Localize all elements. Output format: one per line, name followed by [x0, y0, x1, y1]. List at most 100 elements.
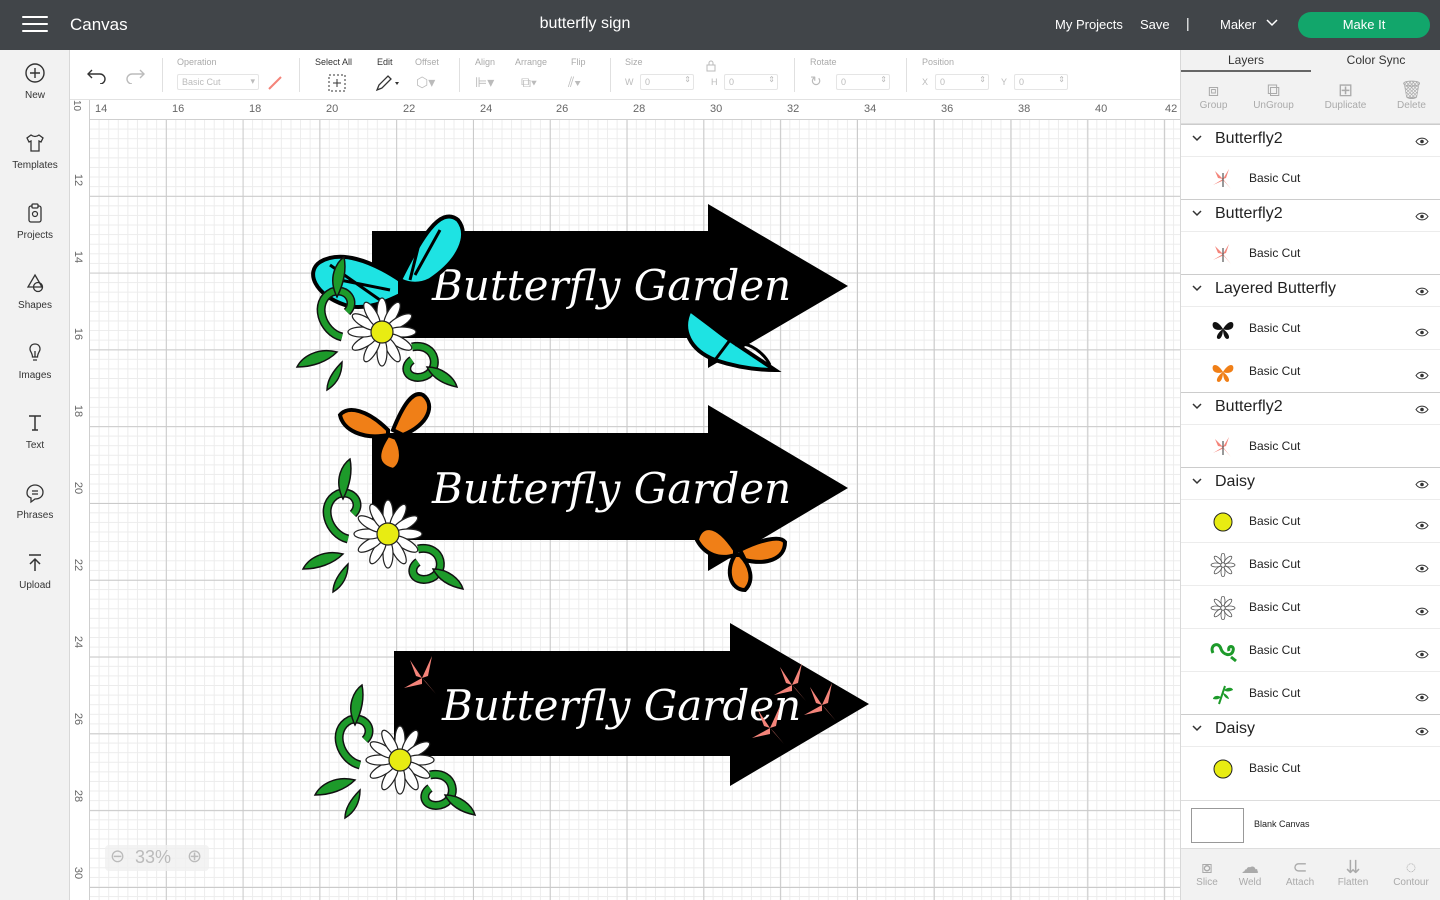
- position-x-input[interactable]: 0 ⇕: [935, 74, 989, 90]
- arrange-icon[interactable]: ⧉▾: [521, 74, 537, 91]
- layer-row[interactable]: Basic Cut: [1181, 499, 1440, 542]
- eye-icon[interactable]: [1415, 208, 1429, 221]
- height-value: 0: [729, 77, 735, 87]
- blank-canvas-swatch[interactable]: [1191, 808, 1244, 843]
- blank-canvas-label: Blank Canvas: [1254, 819, 1310, 829]
- ungroup-icon: ⧉: [1267, 80, 1280, 100]
- group-icon: ⧈: [1207, 80, 1220, 100]
- width-input[interactable]: 0 ⇕: [640, 74, 694, 90]
- contour-button[interactable]: ◌ Contour: [1385, 857, 1437, 888]
- eye-icon[interactable]: [1415, 476, 1429, 489]
- eye-icon[interactable]: [1415, 723, 1429, 736]
- group-button[interactable]: ⧈ Group: [1181, 80, 1246, 111]
- eye-icon[interactable]: [1415, 401, 1429, 414]
- eye-icon[interactable]: [1415, 603, 1429, 616]
- rail-new[interactable]: New: [0, 62, 70, 101]
- layer-row[interactable]: Basic Cut: [1181, 746, 1440, 789]
- chevron-down-icon[interactable]: [1191, 400, 1203, 415]
- zoom-in-icon[interactable]: ⊕: [187, 846, 202, 867]
- machine-select[interactable]: Maker: [1220, 17, 1256, 32]
- chevron-down-icon[interactable]: [1191, 722, 1203, 737]
- slice-label: Slice: [1196, 877, 1218, 888]
- layer-row[interactable]: Basic Cut: [1181, 156, 1440, 199]
- chevron-down-icon[interactable]: [1265, 15, 1279, 32]
- select-all-icon[interactable]: [328, 74, 346, 97]
- layer-group[interactable]: Butterfly2: [1181, 199, 1440, 229]
- rotate-label: Rotate: [810, 57, 837, 67]
- design-canvas[interactable]: 14 16 18 20 22 24 26 28 30 32 34 36 38 4…: [70, 100, 1180, 900]
- eye-icon[interactable]: [1415, 560, 1429, 573]
- edit-label: Edit: [377, 57, 393, 67]
- flip-icon[interactable]: ⫽▾: [568, 74, 581, 91]
- eye-icon[interactable]: [1415, 367, 1429, 380]
- zoom-out-icon[interactable]: ⊖: [110, 846, 125, 867]
- ungroup-button[interactable]: ⧉ UnGroup: [1241, 80, 1306, 111]
- rail-images[interactable]: Images: [0, 342, 70, 381]
- layer-group[interactable]: Butterfly2: [1181, 392, 1440, 422]
- chevron-down-icon[interactable]: [1191, 475, 1203, 490]
- layer-row[interactable]: Basic Cut: [1181, 542, 1440, 585]
- text-icon: [29, 415, 41, 431]
- rail-label: Text: [25, 440, 45, 451]
- redo-icon[interactable]: [124, 66, 146, 89]
- sign-3[interactable]: Butterfly Garden: [394, 623, 869, 786]
- eye-icon[interactable]: [1415, 133, 1429, 146]
- attach-button[interactable]: ⊂ Attach: [1274, 857, 1326, 888]
- sign-2-text: Butterfly Garden: [431, 464, 791, 513]
- layer-group[interactable]: Daisy: [1181, 467, 1440, 497]
- chevron-down-icon[interactable]: [1191, 207, 1203, 222]
- weld-button[interactable]: ☁ Weld: [1224, 857, 1276, 888]
- layer-row[interactable]: Basic Cut: [1181, 424, 1440, 467]
- chevron-down-icon[interactable]: [1191, 282, 1203, 297]
- flip-label: Flip: [571, 57, 586, 67]
- layer-group[interactable]: Butterfly2: [1181, 124, 1440, 154]
- chevron-down-icon[interactable]: [1191, 132, 1203, 147]
- eye-icon[interactable]: [1415, 324, 1429, 337]
- rail-text[interactable]: Text: [0, 412, 70, 451]
- pink-butterfly-icon: [1213, 437, 1231, 457]
- rail-shapes[interactable]: Shapes: [0, 272, 70, 311]
- eye-icon[interactable]: [1415, 646, 1429, 659]
- my-projects-link[interactable]: My Projects: [1055, 17, 1123, 32]
- select-all-label: Select All: [315, 57, 353, 67]
- rotate-value: 0: [841, 77, 847, 87]
- daisy-outline-icon: [1210, 596, 1236, 620]
- layer-row[interactable]: Basic Cut: [1181, 585, 1440, 628]
- position-y-input[interactable]: 0 ⇕: [1014, 74, 1068, 90]
- rail-upload[interactable]: Upload: [0, 552, 70, 591]
- pen-color-icon[interactable]: [266, 74, 284, 97]
- eye-icon[interactable]: [1415, 517, 1429, 530]
- layer-row[interactable]: Basic Cut: [1181, 306, 1440, 349]
- layer-group-title: Butterfly2: [1215, 398, 1283, 415]
- rotate-input[interactable]: 0 ⇕: [836, 74, 890, 90]
- layer-row[interactable]: Basic Cut: [1181, 349, 1440, 392]
- offset-icon[interactable]: ⬡▾: [416, 74, 435, 91]
- delete-button[interactable]: 🗑 Delete: [1379, 80, 1440, 111]
- rail-phrases[interactable]: Phrases: [0, 482, 70, 521]
- layer-row[interactable]: Basic Cut: [1181, 671, 1440, 714]
- height-input[interactable]: 0 ⇕: [724, 74, 778, 90]
- flatten-button[interactable]: ⇊ Flatten: [1327, 857, 1379, 888]
- tab-color-sync[interactable]: Color Sync: [1311, 53, 1440, 67]
- layer-row[interactable]: Basic Cut: [1181, 231, 1440, 274]
- eye-icon[interactable]: [1415, 689, 1429, 702]
- blank-canvas-row[interactable]: Blank Canvas: [1181, 800, 1440, 848]
- make-it-button[interactable]: Make It: [1298, 12, 1430, 38]
- operation-label: Operation: [177, 57, 217, 67]
- edit-pen-icon[interactable]: [375, 74, 403, 97]
- eye-icon[interactable]: [1415, 283, 1429, 296]
- operation-select[interactable]: Basic Cut ▾: [177, 74, 259, 90]
- save-button[interactable]: Save: [1140, 17, 1170, 32]
- lock-icon[interactable]: [706, 59, 716, 77]
- align-icon[interactable]: ⊫▾: [475, 74, 494, 91]
- undo-icon[interactable]: [86, 66, 108, 89]
- layer-row[interactable]: Basic Cut: [1181, 628, 1440, 671]
- duplicate-button[interactable]: ⊞ Duplicate: [1313, 80, 1378, 111]
- rail-projects[interactable]: Projects: [0, 202, 70, 241]
- tab-layers[interactable]: Layers: [1181, 53, 1311, 72]
- rail-templates[interactable]: Templates: [0, 132, 70, 171]
- flatten-label: Flatten: [1337, 877, 1369, 888]
- position-y-value: 0: [1019, 77, 1025, 87]
- layer-group[interactable]: Daisy: [1181, 714, 1440, 744]
- layer-group[interactable]: Layered Butterfly: [1181, 274, 1440, 304]
